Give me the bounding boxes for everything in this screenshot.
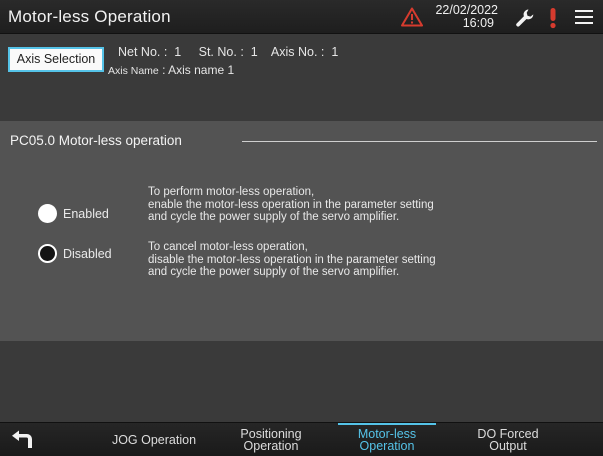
back-arrow-icon[interactable] [10, 429, 36, 451]
axis-no-label: Axis No. [270, 45, 318, 59]
tab-jog-label: JOG Operation [111, 433, 197, 447]
time-text: 16:09 [462, 16, 494, 30]
panel-header: PC05.0 Motor-less operation [10, 133, 182, 148]
enabled-label: Enabled [63, 206, 109, 221]
axis-no-value: 1 [331, 45, 339, 59]
axis-name-label: Axis Name [108, 65, 159, 77]
tab-positioning-line2: Operation [243, 439, 299, 453]
warning-triangle-icon[interactable] [401, 7, 423, 27]
tab-jog-operation[interactable]: JOG Operation [100, 423, 208, 456]
motorless-setting-panel: PC05.0 Motor-less operation Enabled To p… [0, 121, 603, 341]
axis-name-info: Axis Name : Axis name 1 [108, 63, 235, 77]
disabled-label: Disabled [63, 246, 112, 261]
net-no-label: Net No. [118, 45, 161, 59]
axis-selection-button[interactable]: Axis Selection [8, 47, 104, 72]
disabled-radio-option[interactable]: Disabled [38, 244, 112, 263]
wrench-icon[interactable] [514, 7, 536, 29]
datetime: 22/02/2022 16:09 [430, 4, 498, 30]
tab-do-forced-output[interactable]: DO Forced Output [462, 423, 554, 456]
tab-motorless-operation[interactable]: Motor-less Operation [338, 423, 436, 456]
axis-station-info: Net No. : 1 St. No. : 1 Axis No. : 1 [118, 45, 339, 59]
tab-positioning-operation[interactable]: Positioning Operation [228, 423, 314, 456]
enabled-description: To perform motor-less operation, enable … [148, 186, 434, 223]
st-no-label: St. No. [198, 45, 237, 59]
alert-exclamation-icon[interactable] [546, 6, 560, 30]
page-title: Motor-less Operation [8, 7, 171, 26]
tab-motorless-line2: Operation [359, 439, 415, 453]
title-bar: Motor-less Operation 22/02/2022 16:09 [0, 0, 603, 34]
disabled-description: To cancel motor-less operation, disable … [148, 241, 436, 278]
axis-name-value: Axis name 1 [168, 63, 235, 77]
disabled-radio-icon[interactable] [38, 244, 57, 263]
bottom-tab-bar: JOG Operation Positioning Operation Moto… [0, 422, 603, 456]
st-no-value: 1 [250, 45, 258, 59]
enabled-radio-icon[interactable] [38, 204, 57, 223]
enabled-radio-option[interactable]: Enabled [38, 204, 109, 223]
header-divider [242, 141, 597, 142]
tab-do-forced-line2: Output [489, 439, 527, 453]
menu-icon[interactable] [574, 9, 594, 25]
